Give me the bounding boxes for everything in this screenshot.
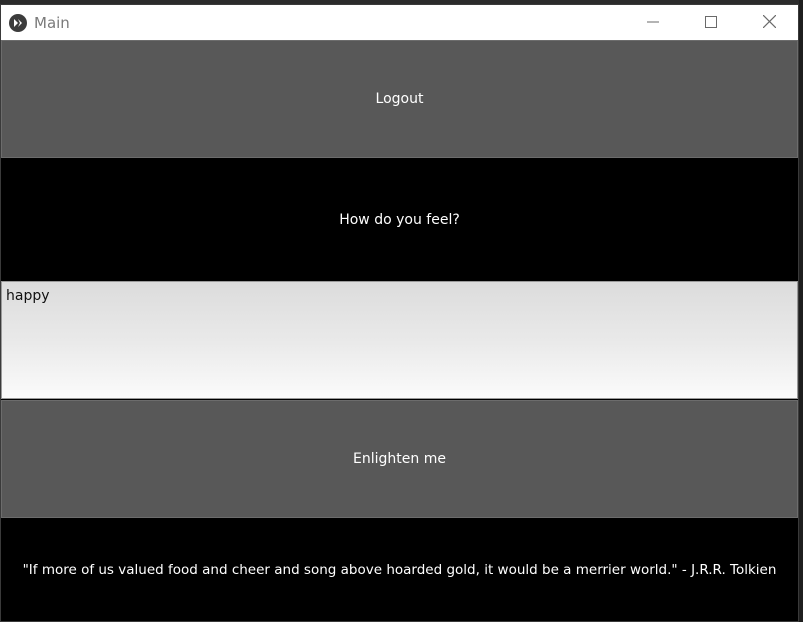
minimize-icon bbox=[647, 13, 659, 32]
feeling-input[interactable]: happy bbox=[1, 281, 798, 399]
feeling-prompt-label: How do you feel? bbox=[339, 212, 460, 228]
kivy-app-icon bbox=[9, 13, 27, 32]
enlighten-button[interactable]: Enlighten me bbox=[1, 400, 798, 518]
app-window: Main Logout How do you feel? happy Enlig… bbox=[0, 4, 799, 622]
logout-button[interactable]: Logout bbox=[1, 40, 798, 158]
desktop-edge bbox=[799, 0, 803, 622]
close-icon bbox=[762, 13, 776, 32]
quote-text: "If more of us valued food and cheer and… bbox=[22, 562, 777, 578]
minimize-button[interactable] bbox=[624, 5, 682, 40]
window-title: Main bbox=[34, 13, 70, 32]
main-content: Logout How do you feel? happy Enlighten … bbox=[1, 40, 798, 621]
title-bar[interactable]: Main bbox=[1, 5, 798, 40]
maximize-icon bbox=[705, 13, 717, 32]
window-controls bbox=[624, 5, 798, 40]
maximize-button[interactable] bbox=[682, 5, 740, 40]
close-button[interactable] bbox=[740, 5, 798, 40]
